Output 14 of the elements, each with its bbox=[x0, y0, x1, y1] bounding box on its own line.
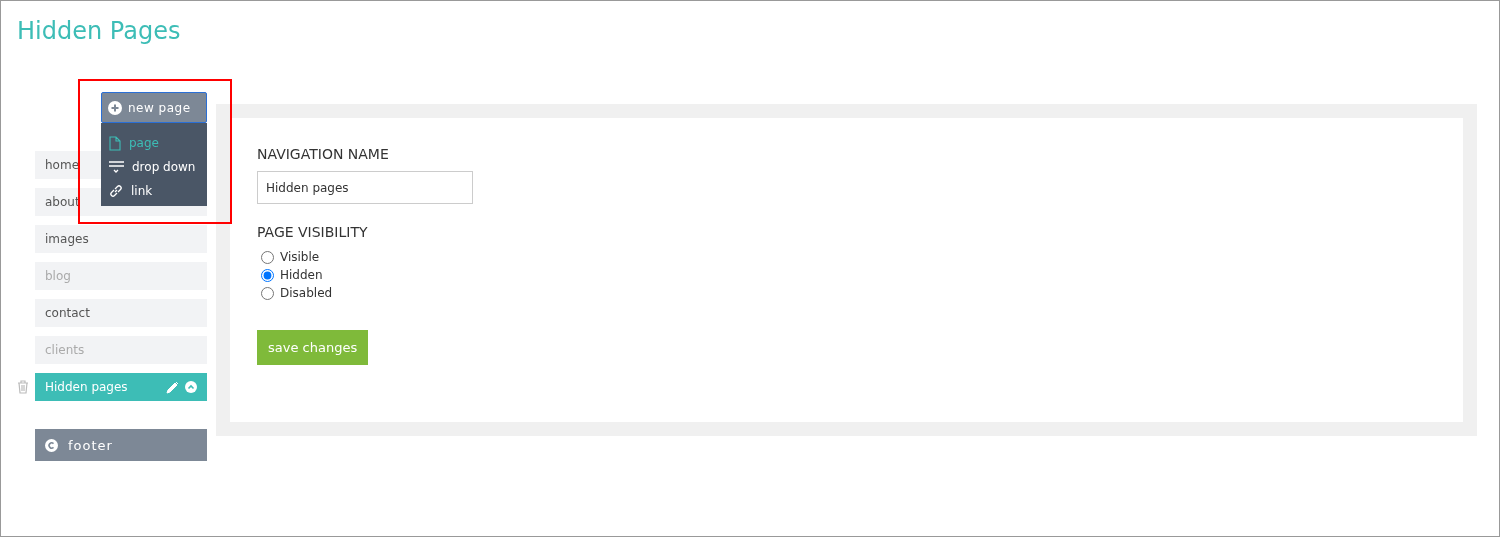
field-label: NAVIGATION NAME bbox=[257, 146, 390, 162]
nav-label: images bbox=[45, 232, 89, 246]
nav-label: blog bbox=[45, 269, 71, 283]
nav-label: home bbox=[45, 158, 80, 172]
field-label: PAGE VISIBILITY bbox=[257, 224, 369, 240]
nav-label: about bbox=[45, 195, 80, 209]
nav-label: clients bbox=[45, 343, 85, 357]
page-title: Hidden Pages bbox=[17, 17, 181, 45]
footer-label: footer bbox=[68, 437, 113, 453]
nav-label: contact bbox=[45, 306, 90, 320]
radio-label: Disabled bbox=[280, 286, 333, 300]
nav-label: Hidden pages bbox=[45, 380, 128, 394]
radio-label: Visible bbox=[280, 250, 320, 264]
radio-label: Hidden bbox=[280, 268, 323, 282]
